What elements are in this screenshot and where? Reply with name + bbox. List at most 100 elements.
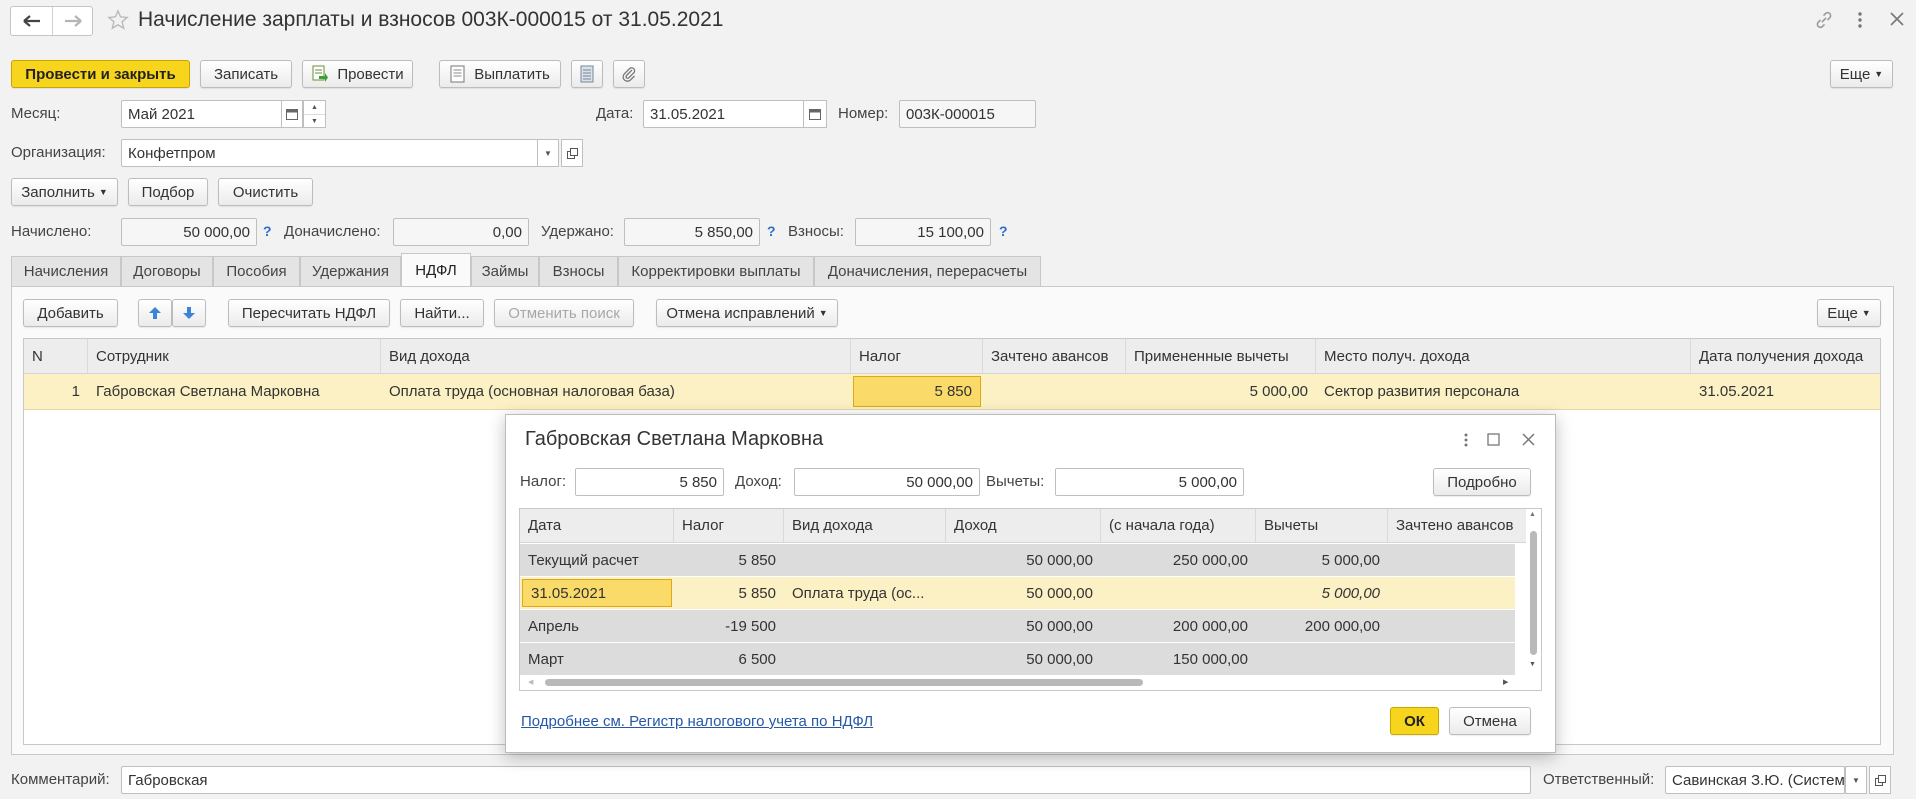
extra-accrued-label: Доначислено: [284, 223, 381, 240]
favorite-star-icon[interactable] [107, 9, 129, 35]
stepper-up-icon[interactable]: ▲ [304, 101, 325, 115]
recalc-ndfl-button[interactable]: Пересчитать НДФЛ [228, 299, 390, 327]
scroll-thumb[interactable] [545, 679, 1143, 686]
dlg-col-advances[interactable]: Зачтено авансов [1388, 509, 1528, 542]
dlg-cell-advances [1388, 544, 1515, 576]
col-header-income-type[interactable]: Вид дохода [381, 339, 851, 373]
stepper-down-icon[interactable]: ▼ [304, 115, 325, 128]
dlg-col-income-type[interactable]: Вид дохода [784, 509, 946, 542]
close-icon[interactable] [1888, 10, 1906, 32]
month-stepper[interactable]: ▲ ▼ [303, 100, 326, 128]
dialog-deductions-field[interactable]: 5 000,00 [1055, 468, 1244, 496]
col-header-advances[interactable]: Зачтено авансов [983, 339, 1126, 373]
dialog-cancel-button[interactable]: Отмена [1449, 707, 1531, 735]
tab-contributions[interactable]: Взносы [539, 256, 618, 286]
responsible-field[interactable]: Савинская З.Ю. (Систем [1665, 766, 1845, 794]
dlg-col-date[interactable]: Дата [520, 509, 674, 542]
fill-button[interactable]: Заполнить ▼ [11, 178, 118, 206]
tab-benefits[interactable]: Пособия [213, 256, 300, 286]
more-menu-button[interactable]: Еще ▼ [1830, 60, 1893, 88]
tab-loans[interactable]: Займы [471, 256, 539, 286]
tax-register-link[interactable]: Подробнее см. Регистр налогового учета п… [521, 713, 873, 730]
page-title: Начисление зарплаты и взносов 003К-00001… [138, 8, 724, 31]
col-header-employee[interactable]: Сотрудник [88, 339, 381, 373]
report-button[interactable] [571, 60, 603, 88]
responsible-open-button[interactable] [1869, 766, 1891, 794]
col-header-applied-deductions[interactable]: Примененные вычеты [1126, 339, 1316, 373]
list-item[interactable]: Март 6 500 50 000,00 150 000,00 [520, 643, 1515, 675]
scroll-up-icon[interactable]: ▲ [1529, 511, 1536, 518]
add-button[interactable]: Добавить [23, 299, 118, 327]
comment-field[interactable]: Габровская [121, 766, 1531, 794]
tab-accruals[interactable]: Начисления [11, 256, 121, 286]
attach-button[interactable] [613, 60, 645, 88]
table-more-button[interactable]: Еще ▼ [1817, 299, 1881, 327]
dialog-close-icon[interactable] [1521, 432, 1536, 451]
post-and-close-button[interactable]: Провести и закрыть [11, 60, 190, 88]
col-header-income-date[interactable]: Дата получения дохода [1691, 339, 1880, 373]
dropdown-arrow-icon: ▼ [98, 187, 108, 197]
calendar-button[interactable] [281, 100, 303, 128]
contributions-help-icon[interactable]: ? [999, 223, 1008, 239]
back-button[interactable] [11, 7, 53, 35]
date-calendar-button[interactable] [803, 100, 827, 128]
dialog-maximize-icon[interactable] [1487, 433, 1500, 450]
tab-ndfl[interactable]: НДФЛ [401, 253, 471, 286]
table-row[interactable]: 1 Габровская Светлана Марковна Оплата тр… [24, 374, 1880, 410]
vertical-scrollbar[interactable]: ▲ ▼ [1526, 509, 1541, 675]
tab-recalculations[interactable]: Доначисления, перерасчеты [814, 256, 1041, 286]
scroll-down-icon[interactable]: ▼ [1529, 661, 1536, 668]
pay-button[interactable]: Выплатить [439, 60, 561, 88]
more-vertical-icon[interactable] [1853, 10, 1867, 30]
dialog-grid-header: Дата Налог Вид дохода Доход (с начала го… [520, 509, 1541, 543]
details-button[interactable]: Подробно [1433, 468, 1531, 496]
link-icon[interactable] [1814, 10, 1834, 34]
select-button[interactable]: Подбор [128, 178, 208, 206]
responsible-dropdown-button[interactable]: ▼ [1845, 766, 1867, 794]
dialog-tax-field[interactable]: 5 850 [575, 468, 724, 496]
scroll-right-icon[interactable]: ▶ [1503, 678, 1508, 686]
list-item[interactable]: 31.05.2021 5 850 Оплата труда (ос... 50 … [520, 577, 1515, 609]
dialog-grid: Дата Налог Вид дохода Доход (с начала го… [519, 508, 1542, 691]
accrued-help-icon[interactable]: ? [263, 223, 272, 239]
clear-button[interactable]: Очистить [218, 178, 313, 206]
dlg-cell-date[interactable]: 31.05.2021 [522, 579, 672, 607]
list-item[interactable]: Апрель -19 500 50 000,00 200 000,00 200 … [520, 610, 1515, 643]
dialog-income-field[interactable]: 50 000,00 [794, 468, 980, 496]
month-field[interactable]: Май 2021 [121, 100, 283, 128]
ok-button[interactable]: ОК [1390, 707, 1439, 735]
dlg-col-ytd[interactable]: (с начала года) [1101, 509, 1256, 542]
scroll-left-icon[interactable]: ◀ [528, 678, 533, 686]
move-up-button[interactable] [138, 299, 172, 327]
move-down-button[interactable] [172, 299, 206, 327]
find-button[interactable]: Найти... [400, 299, 484, 327]
organization-open-button[interactable] [561, 139, 583, 167]
col-header-n[interactable]: N [24, 339, 88, 373]
withheld-help-icon[interactable]: ? [767, 223, 776, 239]
number-field[interactable]: 003К-000015 [899, 100, 1036, 128]
dialog-more-icon[interactable] [1461, 431, 1471, 453]
horizontal-scrollbar[interactable]: ◀ ▶ [520, 675, 1526, 690]
post-button[interactable]: Провести [302, 60, 413, 88]
tab-deductions[interactable]: Удержания [300, 256, 401, 286]
save-button[interactable]: Записать [200, 60, 292, 88]
forward-button[interactable] [53, 7, 93, 35]
list-item[interactable]: Текущий расчет 5 850 50 000,00 250 000,0… [520, 544, 1515, 577]
cancel-fixes-button[interactable]: Отмена исправлений ▼ [656, 299, 838, 327]
dlg-col-tax[interactable]: Налог [674, 509, 784, 542]
cancel-search-button[interactable]: Отменить поиск [494, 299, 634, 327]
col-header-tax[interactable]: Налог [851, 339, 983, 373]
row-tax[interactable]: 5 850 [853, 376, 981, 407]
organization-field[interactable]: Конфетпром [121, 139, 539, 167]
dlg-cell-deductions [1256, 643, 1388, 675]
dlg-col-deductions[interactable]: Вычеты [1256, 509, 1388, 542]
tab-payment-corrections[interactable]: Корректировки выплаты [618, 256, 814, 286]
calendar-icon [809, 109, 821, 120]
tab-contracts[interactable]: Договоры [121, 256, 213, 286]
date-field[interactable]: 31.05.2021 [643, 100, 805, 128]
organization-dropdown-button[interactable]: ▼ [537, 139, 559, 167]
dlg-cell-income: 50 000,00 [1026, 617, 1093, 635]
col-header-income-place[interactable]: Место получ. дохода [1316, 339, 1691, 373]
dlg-col-income[interactable]: Доход [946, 509, 1101, 542]
scroll-thumb[interactable] [1530, 531, 1537, 655]
